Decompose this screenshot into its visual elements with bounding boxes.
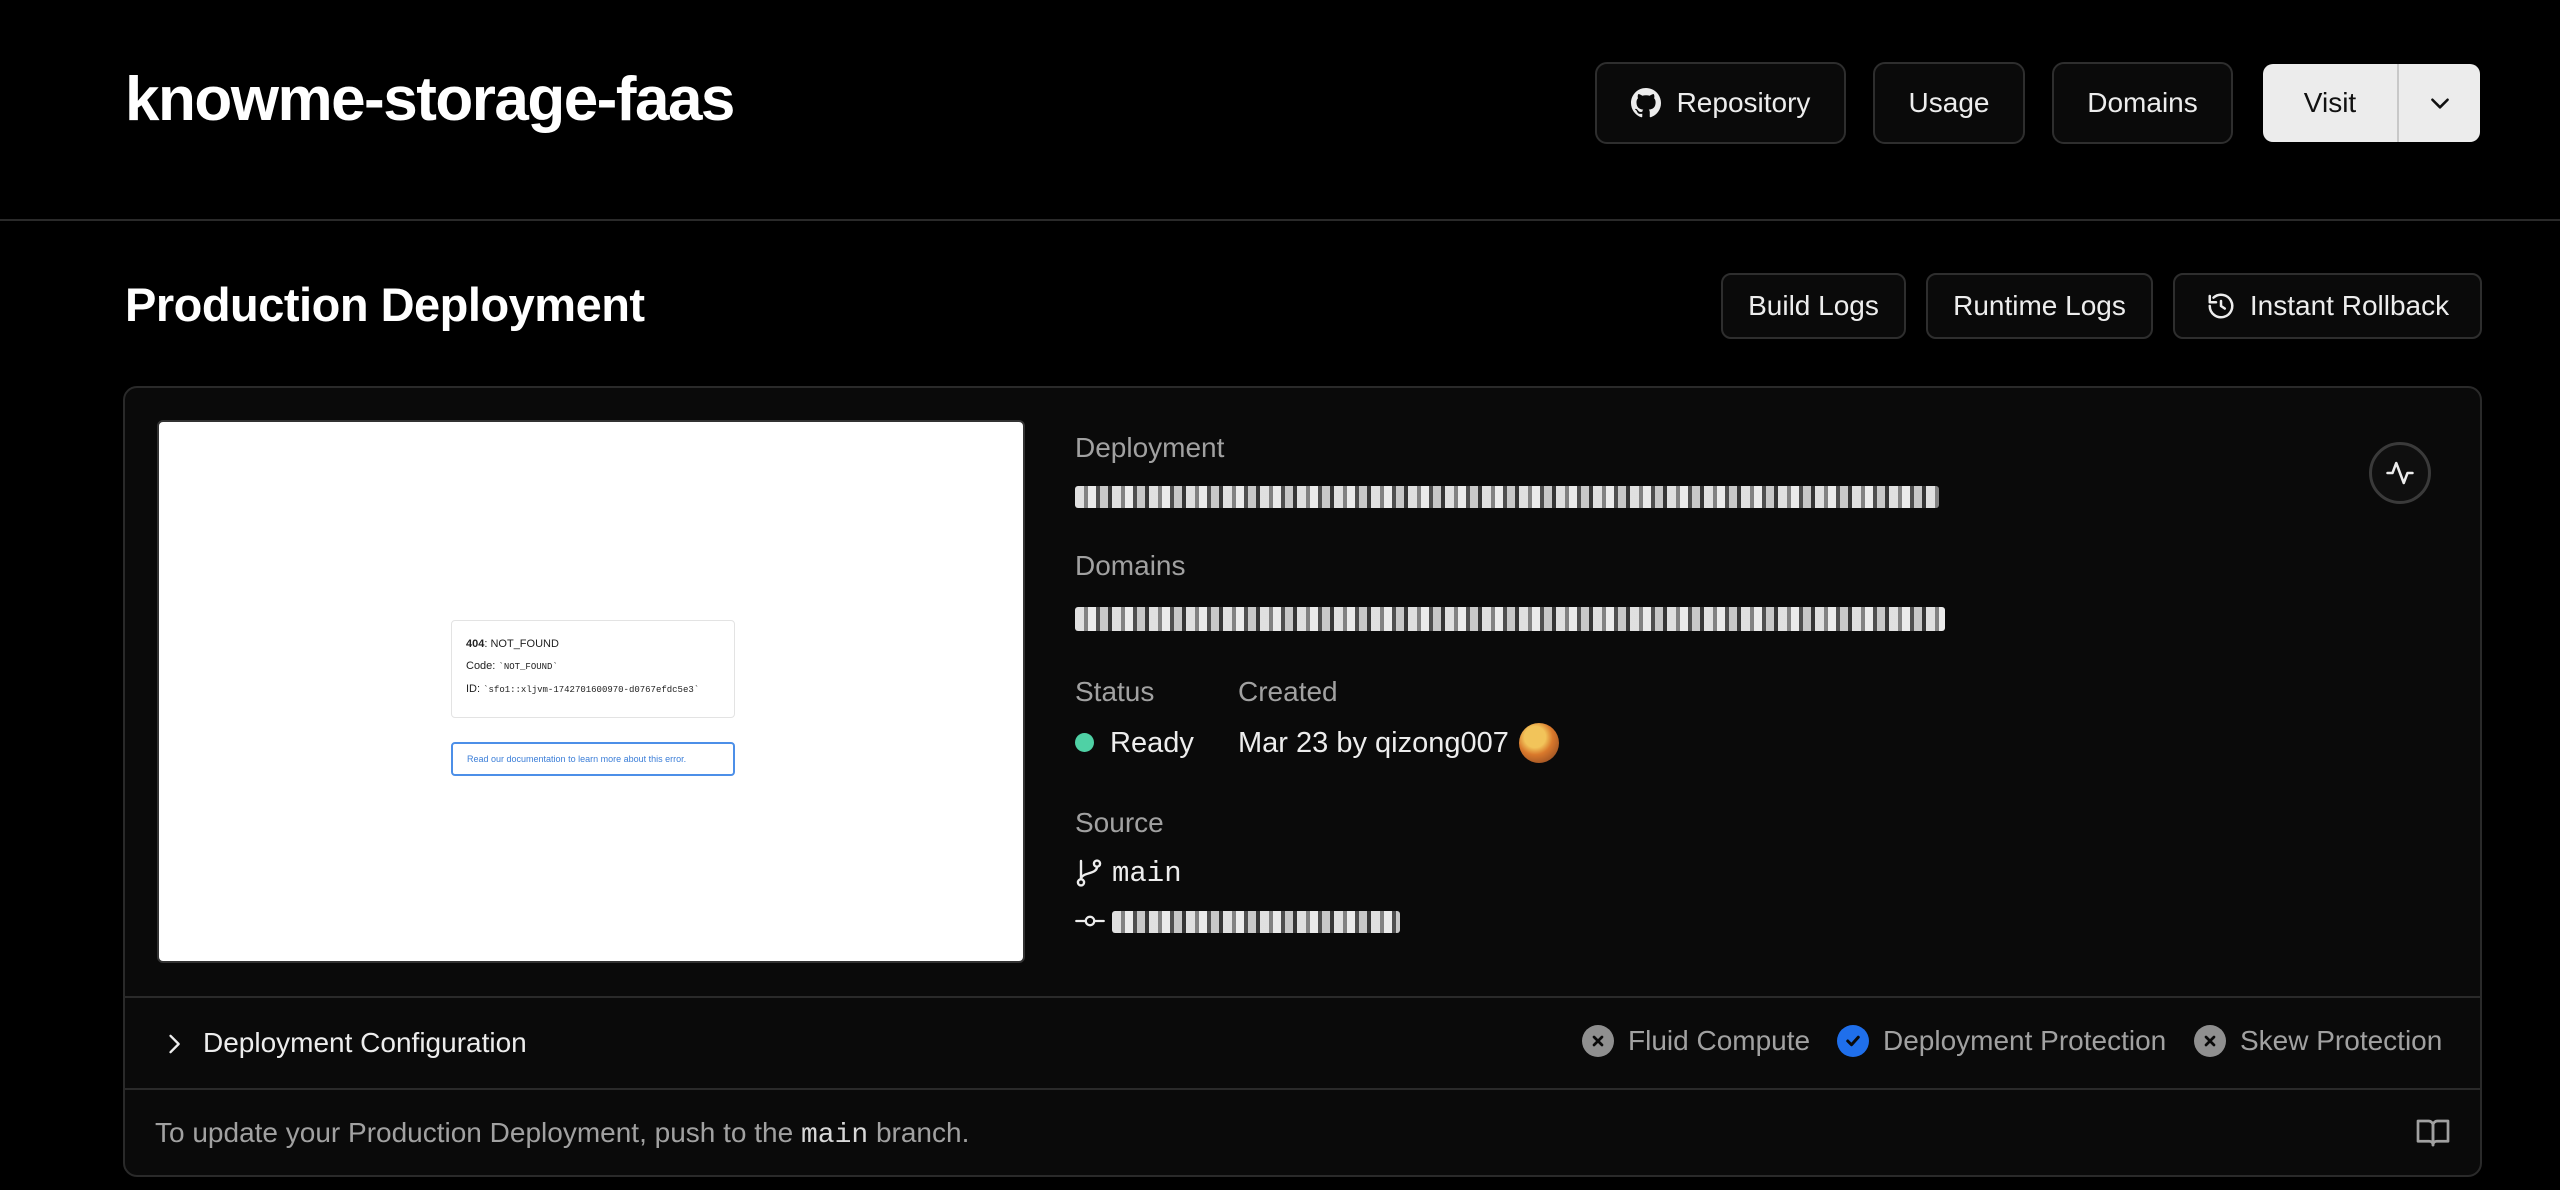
instant-rollback-button[interactable]: Instant Rollback: [2173, 273, 2482, 339]
id-value: `sfo1::xljvm-1742701600970-d0767efdc5e3`: [483, 685, 700, 695]
book-icon[interactable]: [2414, 1115, 2452, 1151]
created-label: Created: [1238, 676, 1338, 707]
activity-button[interactable]: [2369, 442, 2431, 504]
visit-label: Visit: [2303, 87, 2357, 118]
code-label: Code:: [466, 660, 499, 672]
status-label: Status: [1075, 676, 1155, 707]
git-branch-icon: [1076, 859, 1102, 887]
visit-button-group: Visit: [2263, 64, 2480, 142]
repository-label: Repository: [1676, 87, 1811, 118]
x-circle-icon: [2194, 1025, 2226, 1057]
source-label: Source: [1075, 807, 1164, 838]
x-circle-icon: [1582, 1025, 1614, 1057]
created-value: Mar 23 by qizong007: [1238, 727, 1509, 759]
build-logs-button[interactable]: Build Logs: [1721, 273, 1906, 339]
status-ready-dot: [1075, 733, 1094, 752]
domains-label: Domains: [2087, 87, 2198, 118]
error-name: : NOT_FOUND: [484, 638, 559, 650]
deployment-label: Deployment: [1075, 432, 1225, 463]
visit-button[interactable]: Visit: [2263, 64, 2399, 142]
error-box: 404: NOT_FOUND Code: `NOT_FOUND` ID: `sf…: [451, 620, 735, 718]
feature-skew-protection: Skew Protection: [2194, 1025, 2442, 1057]
footer-text-before: To update your Production Deployment, pu…: [155, 1117, 801, 1148]
feature-label: Skew Protection: [2240, 1025, 2443, 1056]
section-title: Production Deployment: [125, 278, 645, 331]
feature-label: Fluid Compute: [1628, 1025, 1811, 1056]
code-value: `NOT_FOUND`: [498, 662, 558, 672]
rollback-icon: [2208, 293, 2234, 319]
domains-label: Domains: [1075, 550, 1186, 581]
instant-rollback-label: Instant Rollback: [2249, 290, 2450, 321]
domains-button[interactable]: Domains: [2052, 62, 2233, 144]
deployment-configuration-title: Deployment Configuration: [203, 1027, 527, 1058]
build-logs-label: Build Logs: [1748, 290, 1879, 321]
project-header: knowme-storage-faas Repository Usage Dom…: [0, 0, 2560, 221]
chevron-right-icon[interactable]: [160, 1028, 188, 1060]
feature-label: Deployment Protection: [1883, 1025, 2167, 1056]
repository-button[interactable]: Repository: [1595, 62, 1846, 144]
footer-branch: main: [800, 1120, 869, 1151]
usage-button[interactable]: Usage: [1873, 62, 2025, 144]
commit-redacted[interactable]: [1112, 911, 1400, 933]
avatar[interactable]: [1519, 723, 1559, 763]
feature-fluid-compute: Fluid Compute: [1582, 1025, 1810, 1057]
check-circle-icon: [1837, 1025, 1869, 1057]
deployment-configuration-row[interactable]: Deployment Configuration Fluid Compute D…: [125, 996, 2480, 1090]
feature-deployment-protection: Deployment Protection: [1837, 1025, 2166, 1057]
documentation-link: Read our documentation to learn more abo…: [451, 742, 735, 776]
chevron-down-icon: [2430, 98, 2449, 109]
status-value: Ready: [1110, 727, 1194, 759]
error-code: 404: [466, 638, 485, 650]
runtime-logs-label: Runtime Logs: [1953, 290, 2126, 321]
deployment-preview[interactable]: 404: NOT_FOUND Code: `NOT_FOUND` ID: `sf…: [157, 420, 1025, 963]
domains-redacted[interactable]: [1075, 607, 1945, 631]
id-label: ID:: [466, 683, 484, 695]
git-commit-icon: [1075, 915, 1105, 927]
github-icon: [1630, 88, 1661, 118]
deployment-url-redacted[interactable]: [1075, 486, 1939, 508]
source-branch[interactable]: main: [1112, 857, 1182, 890]
footer-note: To update your Production Deployment, pu…: [155, 1117, 969, 1151]
visit-dropdown-button[interactable]: [2399, 64, 2480, 142]
runtime-logs-button[interactable]: Runtime Logs: [1926, 273, 2153, 339]
activity-icon: [2386, 461, 2414, 485]
project-title: knowme-storage-faas: [125, 65, 735, 134]
footer-text-after: branch.: [868, 1117, 970, 1148]
usage-label: Usage: [1908, 87, 1990, 118]
